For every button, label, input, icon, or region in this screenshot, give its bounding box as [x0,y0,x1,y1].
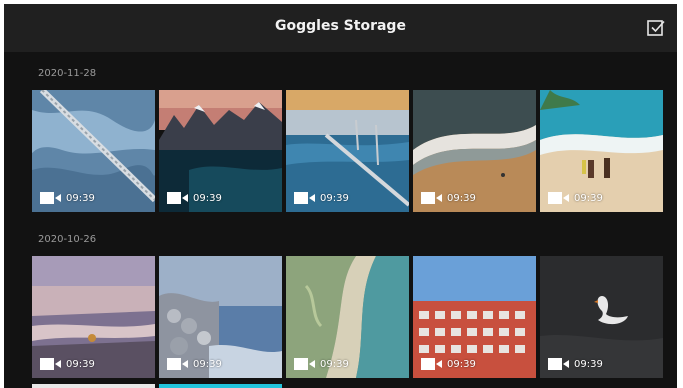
video-badge: 09:39 [548,192,603,204]
video-camera-icon [421,192,442,204]
video-camera-icon [167,358,188,370]
media-thumbnail[interactable]: 09:39 [286,90,409,212]
video-duration: 09:39 [320,192,349,204]
video-badge: 09:39 [294,192,349,204]
video-duration: 09:39 [574,358,603,370]
video-duration: 09:39 [574,192,603,204]
video-duration: 09:39 [320,358,349,370]
video-duration: 09:39 [66,358,95,370]
section-date: 2020-10-26 [38,234,97,245]
video-duration: 09:39 [447,192,476,204]
media-thumbnail[interactable]: 09:39 [540,90,663,212]
video-camera-icon [167,192,188,204]
media-thumbnail[interactable]: 09:39 [540,256,663,378]
video-badge: 09:39 [548,358,603,370]
video-badge: 09:39 [40,192,95,204]
video-camera-icon [40,358,61,370]
media-thumbnail[interactable]: 09:39 [286,256,409,378]
media-thumbnail[interactable]: 09:39 [413,90,536,212]
top-bar: Goggles Storage [4,4,677,52]
goggles-storage-screen: Goggles Storage 2020-11-28 09:39 09:39 0… [4,4,677,388]
video-badge: 09:39 [167,358,222,370]
select-mode-button[interactable] [645,17,667,39]
section-date: 2020-11-28 [38,68,97,79]
video-duration: 09:39 [193,358,222,370]
video-badge: 09:39 [421,192,476,204]
media-thumbnail[interactable]: 09:39 [32,256,155,378]
video-duration: 09:39 [66,192,95,204]
video-camera-icon [421,358,442,370]
video-badge: 09:39 [421,358,476,370]
media-thumbnail-selected[interactable]: 09:39 [32,90,155,212]
video-camera-icon [40,192,61,204]
checkbox-icon [647,20,665,36]
media-thumbnail[interactable]: 09:39 [159,90,282,212]
video-duration: 09:39 [193,192,222,204]
video-camera-icon [294,358,315,370]
page-title: Goggles Storage [275,18,406,34]
video-duration: 09:39 [447,358,476,370]
video-camera-icon [548,192,569,204]
media-thumbnail[interactable]: 09:39 [413,256,536,378]
video-badge: 09:39 [167,192,222,204]
media-thumbnail-partial[interactable] [32,384,155,388]
video-camera-icon [548,358,569,370]
video-badge: 09:39 [40,358,95,370]
media-thumbnail-partial[interactable] [159,384,282,388]
video-badge: 09:39 [294,358,349,370]
video-camera-icon [294,192,315,204]
media-thumbnail[interactable]: 09:39 [159,256,282,378]
